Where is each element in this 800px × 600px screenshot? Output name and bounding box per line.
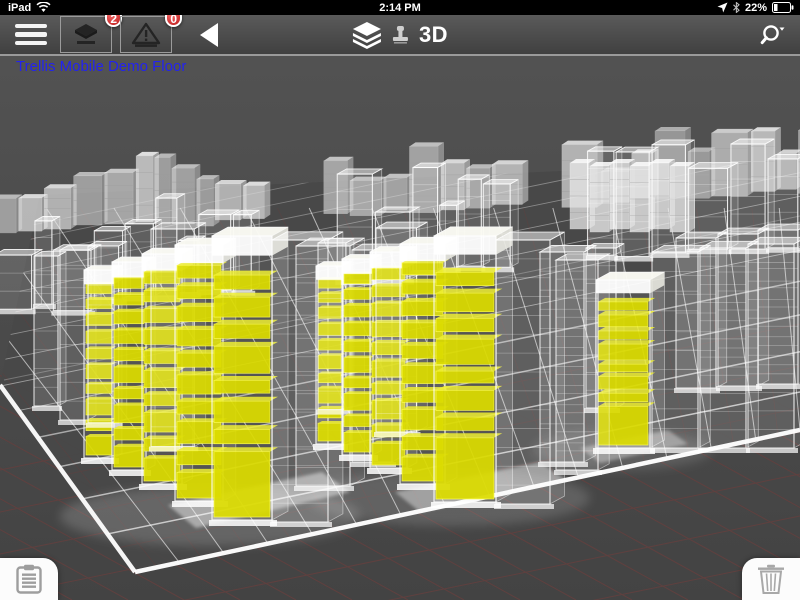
toolbar: 2 0 3D [0, 15, 800, 56]
status-bar: iPad 2:14 PM 22% [0, 0, 800, 15]
scene-graphics [0, 56, 800, 600]
racks-button[interactable]: 2 [60, 16, 112, 53]
stamp-icon[interactable] [392, 25, 409, 44]
back-button[interactable] [200, 23, 218, 47]
clipboard-icon [16, 564, 42, 594]
clock-label: 2:14 PM [0, 2, 800, 14]
trellis-mobile-app: iPad 2:14 PM 22% [0, 0, 800, 600]
menu-button[interactable] [15, 24, 47, 46]
search-button[interactable] [760, 23, 786, 47]
clipboard-button[interactable] [0, 558, 58, 600]
warning-triangle-icon [131, 22, 161, 48]
layers-icon[interactable] [352, 21, 382, 49]
view-mode-control: 3D [352, 14, 448, 55]
view-mode-label: 3D [419, 22, 448, 48]
floor-3d-view[interactable] [0, 56, 800, 600]
search-icon [760, 23, 786, 47]
trash-icon [757, 564, 785, 594]
floor-name-label: Trellis Mobile Demo Floor [16, 58, 186, 75]
alerts-button[interactable]: 0 [120, 16, 172, 53]
trash-button[interactable] [742, 558, 800, 600]
rack-stack-icon [72, 23, 100, 47]
